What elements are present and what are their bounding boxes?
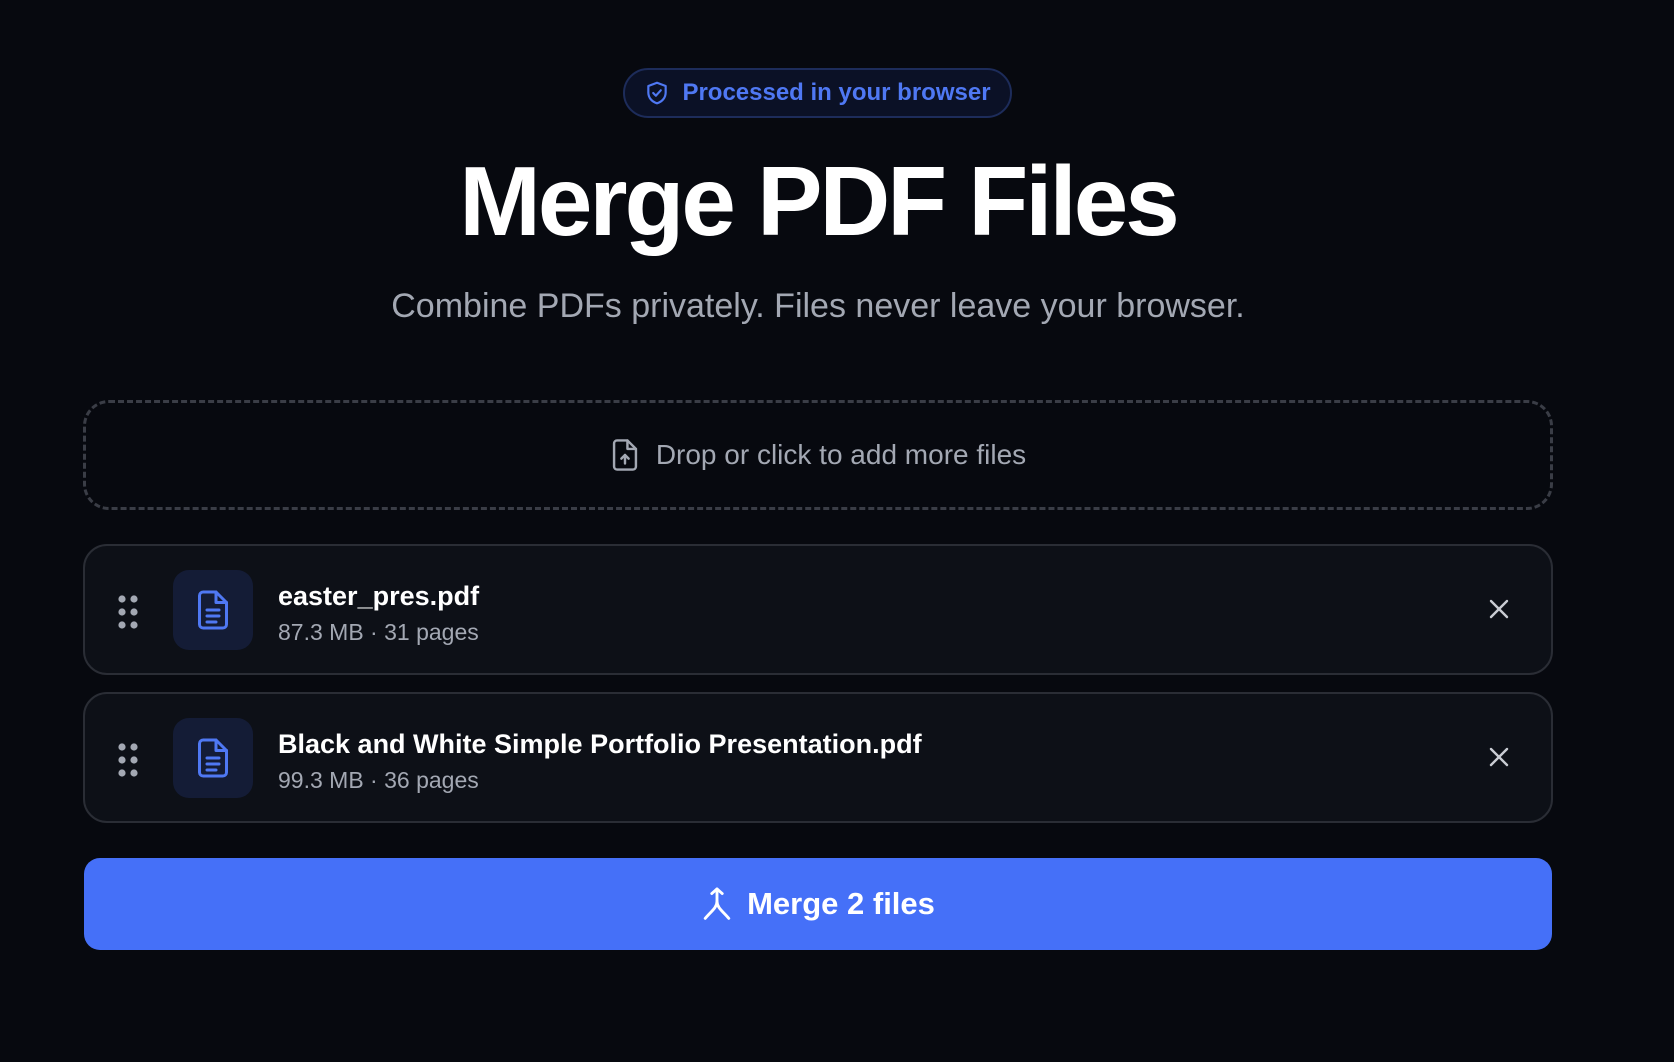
- pdf-file-icon: [173, 570, 253, 650]
- privacy-badge: Processed in your browser: [623, 68, 1012, 118]
- merge-button-label: Merge 2 files: [747, 886, 935, 921]
- file-upload-icon: [610, 438, 640, 472]
- remove-file-button[interactable]: [1483, 743, 1515, 775]
- merge-icon: [701, 887, 733, 921]
- file-name: easter_pres.pdf: [278, 581, 480, 611]
- merge-button[interactable]: Merge 2 files: [84, 858, 1552, 950]
- page-title: Merge PDF Files: [459, 146, 1179, 256]
- file-dropzone[interactable]: Drop or click to add more files: [83, 400, 1553, 510]
- privacy-badge-text: Processed in your browser: [682, 79, 991, 106]
- drag-handle-icon[interactable]: [117, 594, 139, 630]
- file-meta: 87.3 MB · 31 pages: [278, 619, 479, 645]
- merge-pdf-page: Processed in your browser Merge PDF File…: [0, 0, 1674, 1062]
- dropzone-label: Drop or click to add more files: [655, 439, 1027, 470]
- close-icon: [1487, 745, 1511, 774]
- remove-file-button[interactable]: [1483, 595, 1515, 627]
- pdf-file-icon: [173, 718, 253, 798]
- page-subtitle: Combine PDFs privately. Files never leav…: [391, 287, 1245, 325]
- drag-handle-icon[interactable]: [117, 742, 139, 778]
- file-card: Black and White Simple Portfolio Present…: [83, 692, 1553, 823]
- shield-check-icon: [644, 80, 670, 106]
- file-name: Black and White Simple Portfolio Present…: [278, 729, 922, 759]
- file-card: easter_pres.pdf 87.3 MB · 31 pages: [83, 544, 1553, 675]
- close-icon: [1487, 597, 1511, 626]
- file-meta: 99.3 MB · 36 pages: [278, 767, 479, 793]
